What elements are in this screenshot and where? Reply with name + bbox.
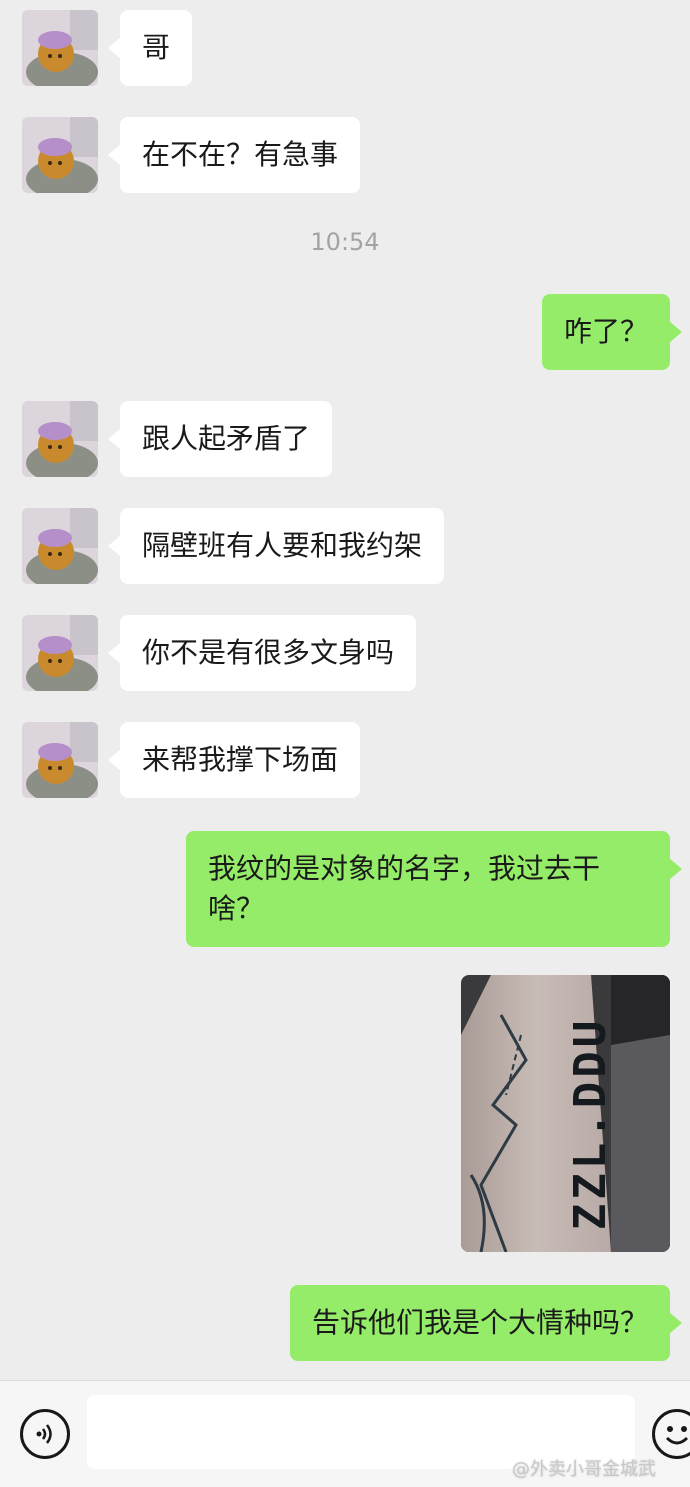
chat-area[interactable]: 哥 在不在？有急事 10:54 咋了？ 跟人起矛盾了 隔壁班有人要和我约架 你不… (0, 0, 690, 1380)
message-bubble-outgoing[interactable]: 咋了？ (541, 294, 683, 370)
avatar[interactable] (22, 401, 98, 477)
watermark: @外卖小哥金城武 (512, 1459, 656, 1480)
avatar-cartoon-icon (22, 722, 98, 798)
message-bubble-incoming[interactable]: 在不在？有急事 (107, 117, 361, 193)
avatar[interactable] (22, 117, 98, 193)
message-bubble-incoming[interactable]: 来帮我撑下场面 (107, 722, 361, 798)
avatar-cartoon-icon (22, 508, 98, 584)
avatar[interactable] (22, 508, 98, 584)
tattoo-text-overlay: ZZL.DDU (461, 975, 670, 1252)
avatar-cartoon-icon (22, 615, 98, 691)
avatar[interactable] (22, 722, 98, 798)
message-bubble-incoming[interactable]: 你不是有很多文身吗 (107, 615, 417, 691)
tattoo-text: ZZL.DDU (565, 1016, 616, 1231)
message-bubble-outgoing[interactable]: 告诉他们我是个大情种吗？ (289, 1285, 683, 1361)
avatar[interactable] (22, 10, 98, 86)
timestamp: 10:54 (310, 228, 380, 256)
voice-icon (36, 1424, 52, 1444)
message-bubble-incoming[interactable]: 跟人起矛盾了 (107, 401, 333, 477)
avatar-cartoon-icon (22, 117, 98, 193)
voice-button[interactable] (20, 1409, 70, 1459)
emoji-icon (665, 1426, 689, 1445)
message-bubble-outgoing[interactable]: 我纹的是对象的名字，我过去干啥？ (186, 831, 682, 947)
message-bubble-incoming[interactable]: 隔壁班有人要和我约架 (107, 508, 445, 584)
avatar-cartoon-icon (22, 10, 98, 86)
message-bubble-incoming[interactable]: 哥 (107, 10, 193, 86)
tattoo-photo[interactable]: ZZL.DDU (461, 975, 670, 1252)
avatar[interactable] (22, 615, 98, 691)
emoji-button[interactable] (652, 1409, 690, 1459)
avatar-cartoon-icon (22, 401, 98, 477)
